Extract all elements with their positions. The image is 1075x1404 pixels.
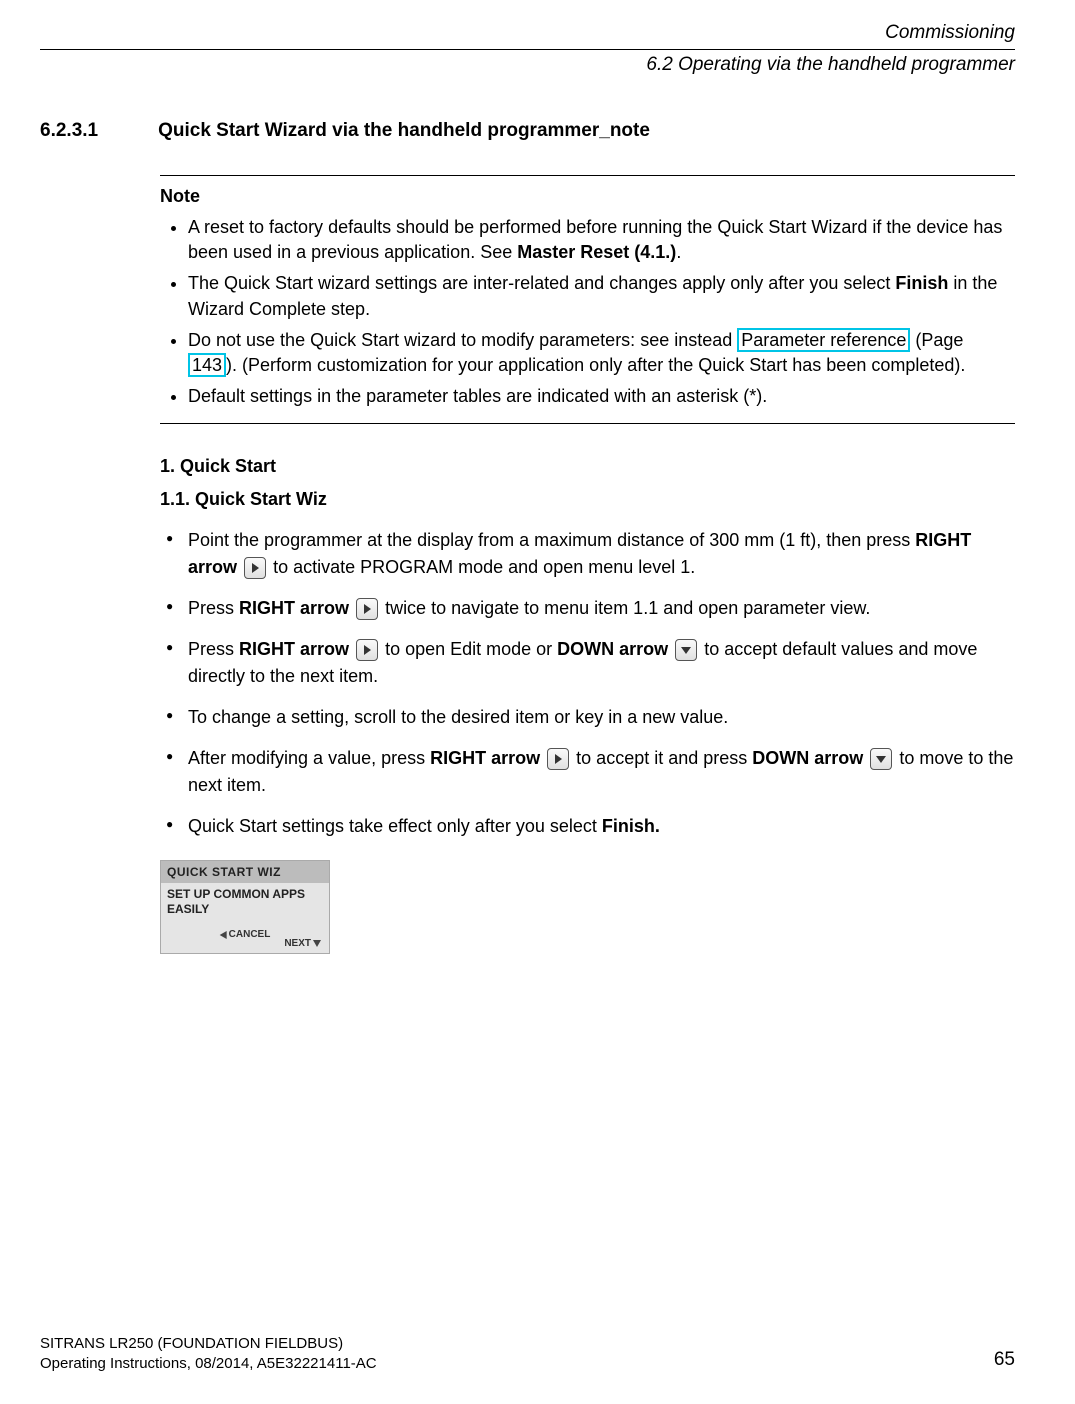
step-item: Press RIGHT arrow to open Edit mode or D… [160,636,1015,690]
note-item: Do not use the Quick Start wizard to mod… [188,328,1015,378]
step-item: To change a setting, scroll to the desir… [160,704,1015,731]
note-item: Default settings in the parameter tables… [188,384,1015,409]
lcd-footer: CANCEL NEXT [161,927,329,953]
lcd-cancel: CANCEL [220,928,271,942]
footer-docinfo: Operating Instructions, 08/2014, A5E3222… [40,1354,1015,1374]
footer-product: SITRANS LR250 (FOUNDATION FIELDBUS) [40,1334,1015,1354]
header-section: 6.2 Operating via the handheld programme… [40,52,1015,79]
lcd-title: QUICK START WIZ [161,861,329,884]
right-arrow-icon [244,557,266,579]
lcd-body: SET UP COMMON APPS EASILY [161,883,329,927]
section-number: 6.2.3.1 [40,120,98,141]
step-item: Press RIGHT arrow twice to navigate to m… [160,595,1015,622]
note-list: A reset to factory defaults should be pe… [160,215,1015,409]
right-arrow-icon [547,748,569,770]
quickstart-heading: 1. Quick Start [160,454,1015,479]
step-list: Point the programmer at the display from… [160,527,1015,840]
note-box: Note A reset to factory defaults should … [160,175,1015,425]
note-label: Note [160,184,1015,209]
down-arrow-icon [675,639,697,661]
section-heading: 6.2.3.1 Quick Start Wizard via the handhe… [40,118,1015,145]
lcd-next: NEXT [284,937,321,951]
step-item: Point the programmer at the display from… [160,527,1015,581]
page-number: 65 [994,1347,1015,1374]
quickstart-subheading: 1.1. Quick Start Wiz [160,487,1015,512]
lcd-screenshot: QUICK START WIZ SET UP COMMON APPS EASIL… [160,860,330,955]
down-arrow-icon [870,748,892,770]
left-arrow-icon [220,931,227,939]
note-item: A reset to factory defaults should be pe… [188,215,1015,265]
header-chapter: Commissioning [40,20,1015,50]
page-footer: SITRANS LR250 (FOUNDATION FIELDBUS) Oper… [40,1334,1015,1375]
note-item: The Quick Start wizard settings are inte… [188,271,1015,321]
right-arrow-icon [356,598,378,620]
parameter-reference-link[interactable]: Parameter reference [737,328,910,352]
page-link[interactable]: 143 [188,353,226,377]
step-item: After modifying a value, press RIGHT arr… [160,745,1015,799]
down-arrow-icon [313,940,321,947]
right-arrow-icon [356,639,378,661]
step-item: Quick Start settings take effect only af… [160,813,1015,840]
section-title: Quick Start Wizard via the handheld prog… [158,120,650,141]
